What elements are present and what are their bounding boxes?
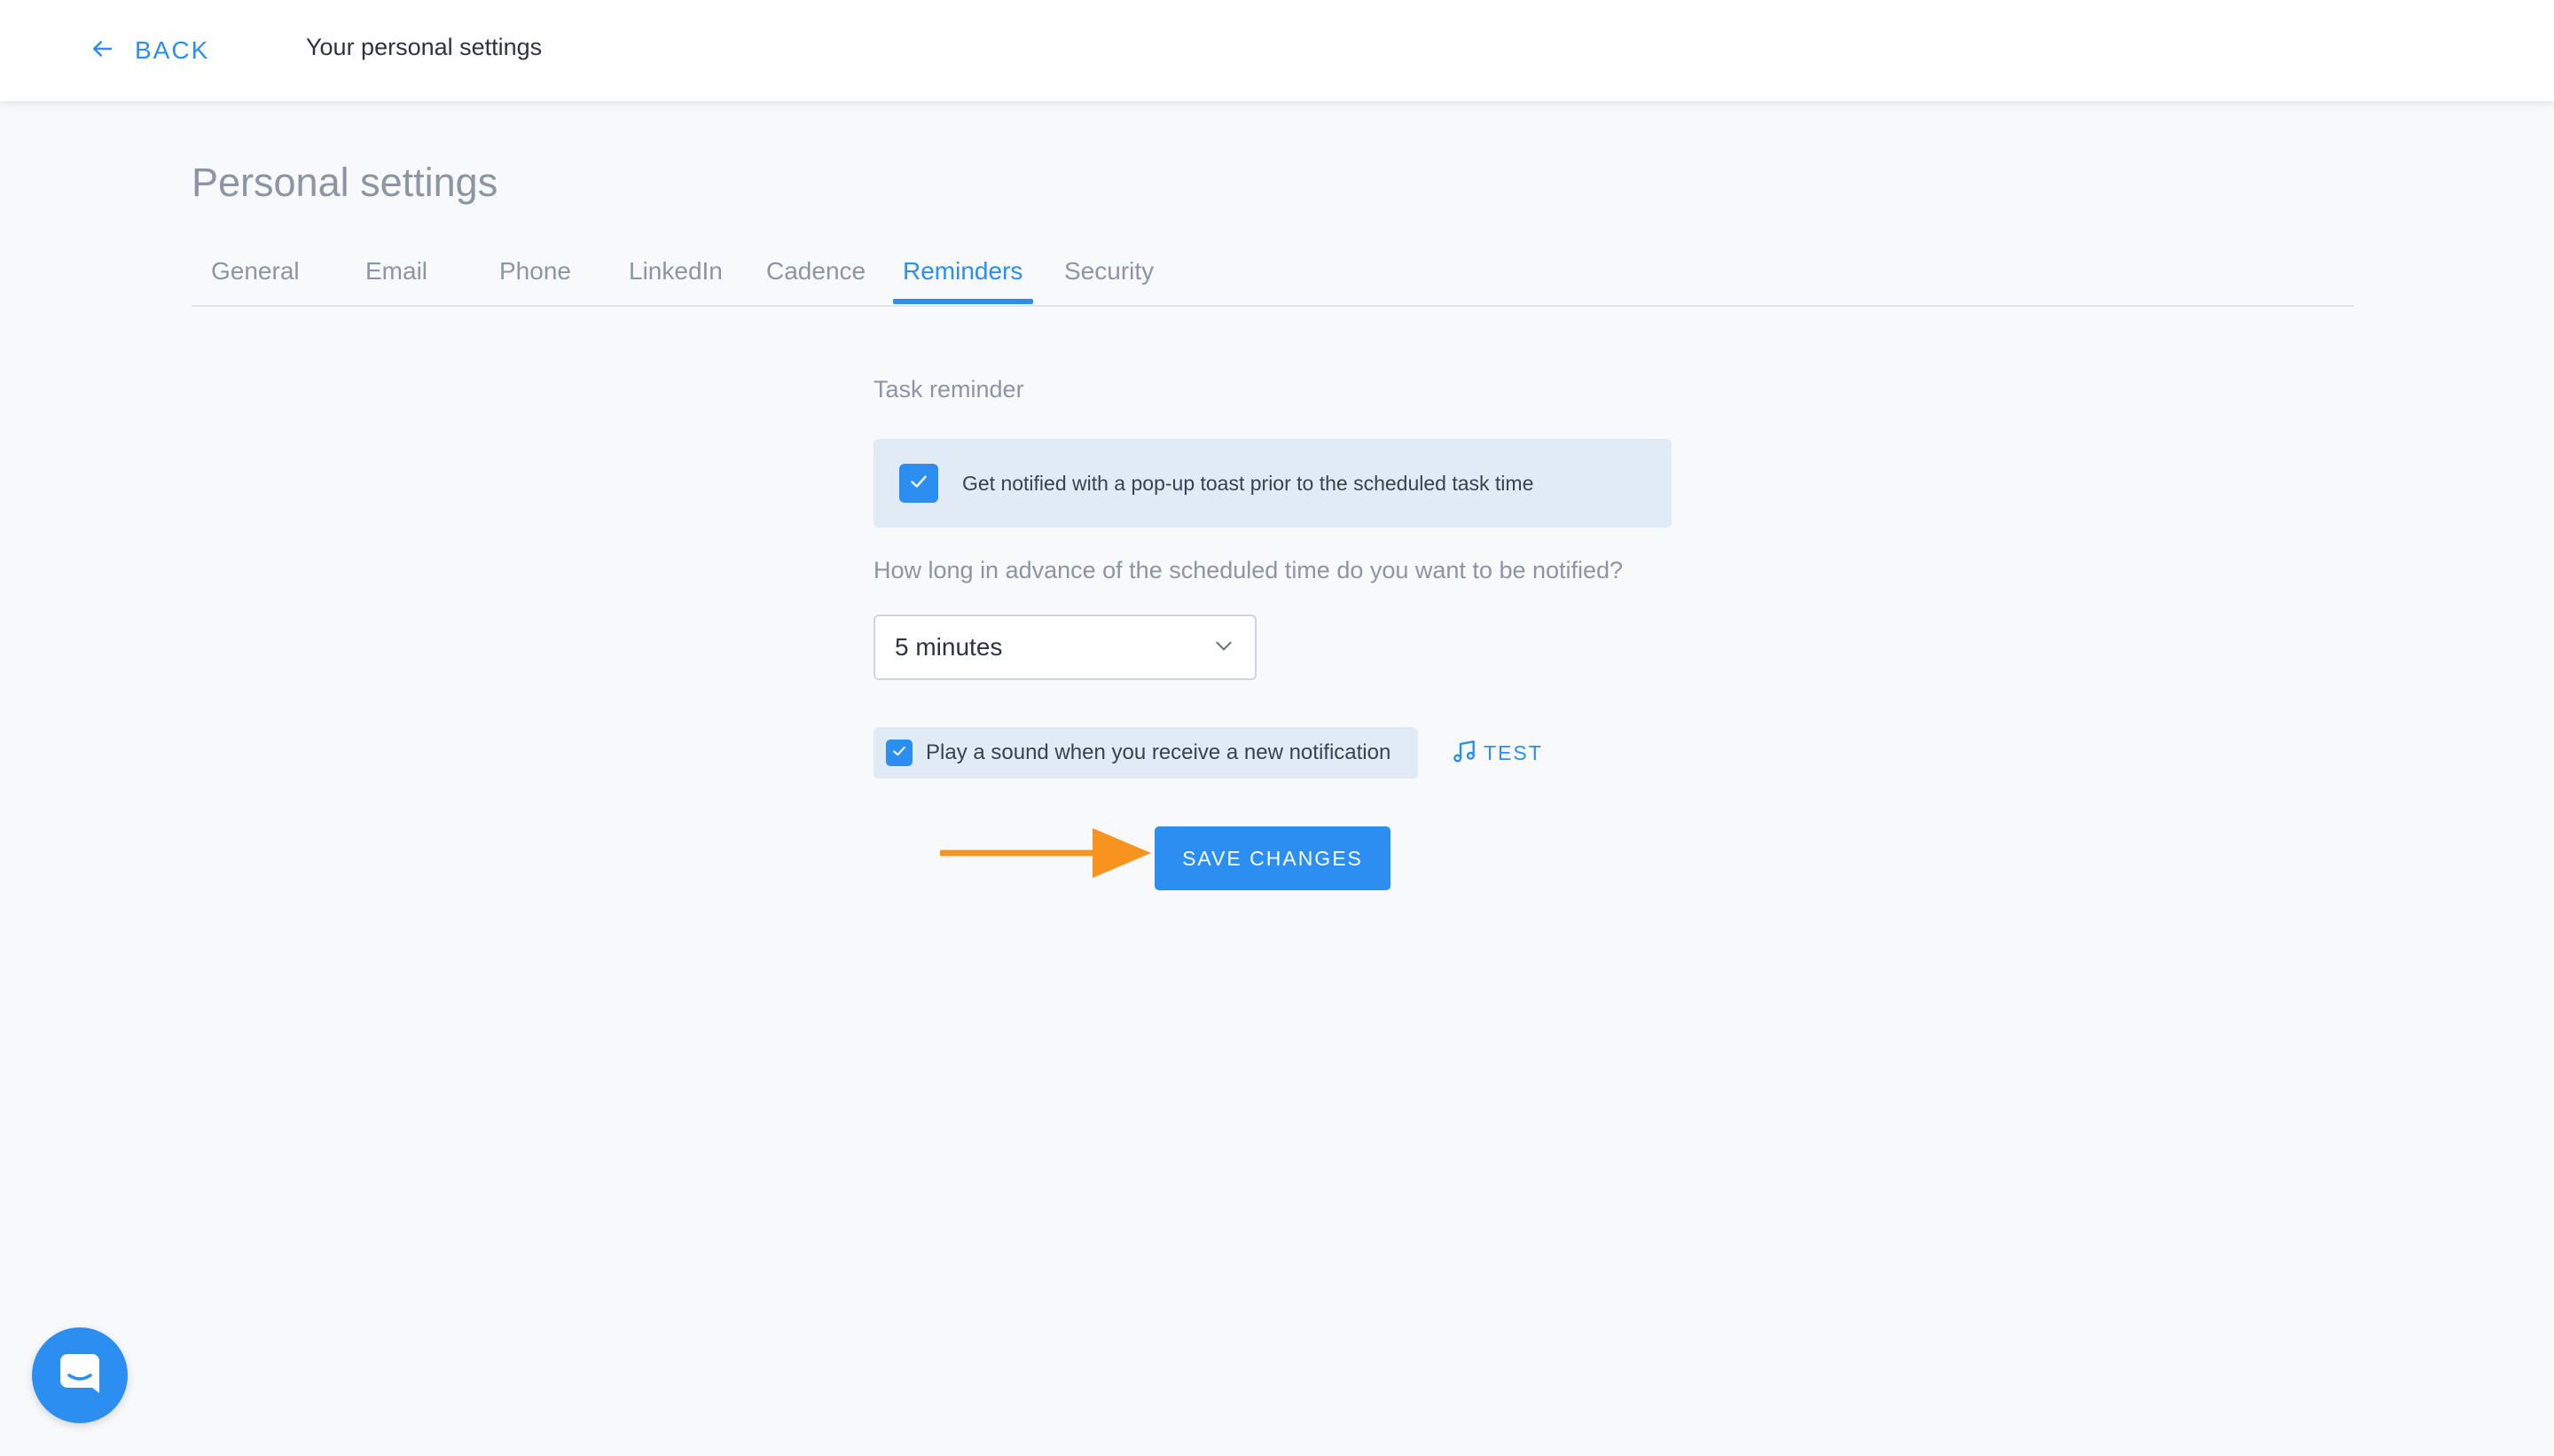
settings-tabs: General Email Phone LinkedIn Cadence Rem…: [192, 248, 2354, 307]
music-note-icon: [1450, 737, 1478, 770]
back-button[interactable]: BACK: [89, 32, 209, 69]
save-changes-button[interactable]: SAVE CHANGES: [1155, 826, 1391, 890]
advance-question: How long in advance of the scheduled tim…: [874, 557, 1624, 583]
check-icon: [890, 742, 908, 764]
chevron-down-icon: [1212, 634, 1235, 661]
notify-checkbox[interactable]: [899, 464, 938, 503]
top-header: BACK Your personal settings: [0, 0, 2554, 101]
sound-checkbox[interactable]: [886, 740, 913, 766]
notify-checkbox-label: Get notified with a pop-up toast prior t…: [962, 471, 1534, 495]
sound-checkbox-label: Play a sound when you receive a new noti…: [926, 740, 1391, 764]
back-label: BACK: [135, 36, 210, 64]
tab-reminders[interactable]: Reminders: [903, 257, 1022, 286]
tab-security[interactable]: Security: [1064, 257, 1154, 286]
arrow-left-icon: [89, 35, 115, 67]
tab-cadence[interactable]: Cadence: [766, 257, 866, 286]
advance-time-value: 5 minutes: [895, 633, 1003, 661]
test-label: TEST: [1484, 740, 1543, 764]
tab-general[interactable]: General: [211, 257, 300, 286]
advance-time-select[interactable]: 5 minutes: [874, 614, 1257, 680]
tab-phone[interactable]: Phone: [499, 257, 571, 286]
notify-option: Get notified with a pop-up toast prior t…: [874, 439, 1672, 528]
chat-launcher[interactable]: [32, 1327, 128, 1423]
test-sound-button[interactable]: TEST: [1450, 736, 1543, 770]
chat-icon: [55, 1349, 105, 1403]
tab-linkedin[interactable]: LinkedIn: [629, 257, 723, 286]
task-reminder-label: Task reminder: [874, 376, 1024, 403]
check-icon: [907, 470, 930, 497]
tab-email[interactable]: Email: [365, 257, 427, 286]
active-tab-indicator: [893, 299, 1033, 304]
annotation-arrow-icon: [940, 828, 1151, 878]
sound-option: Play a sound when you receive a new noti…: [874, 727, 1418, 779]
header-title: Your personal settings: [306, 34, 543, 60]
page-title: Personal settings: [192, 160, 498, 205]
